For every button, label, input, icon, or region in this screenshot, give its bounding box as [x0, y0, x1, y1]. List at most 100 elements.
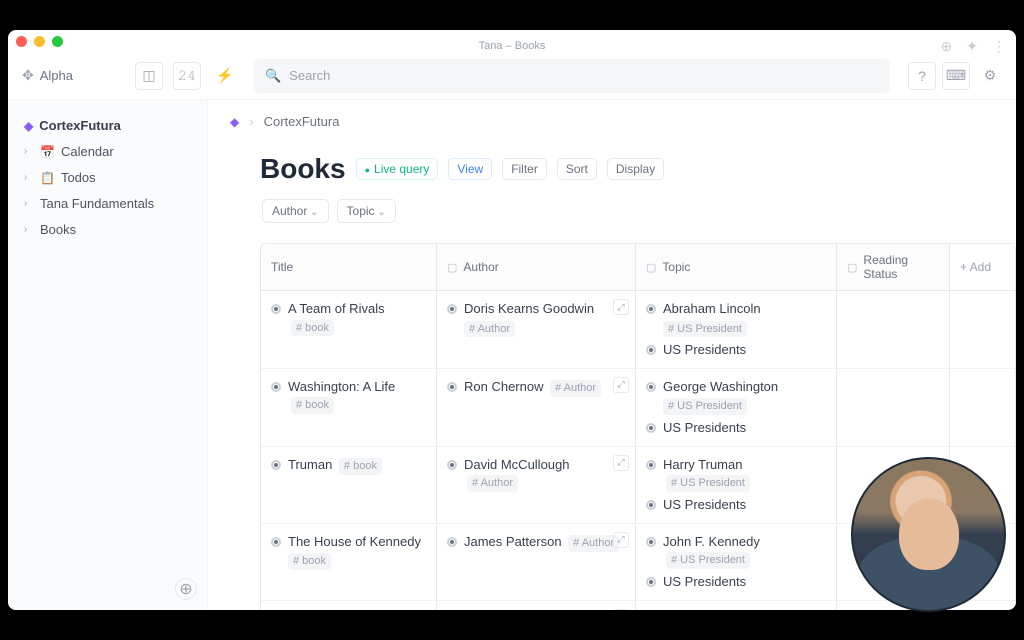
- node-bullet-icon[interactable]: [271, 460, 281, 470]
- filter-pill[interactable]: Filter: [502, 158, 547, 180]
- author-tag[interactable]: # Author: [568, 535, 619, 552]
- author-tag[interactable]: # Author: [467, 475, 518, 492]
- expand-icon[interactable]: ⤢: [613, 532, 629, 548]
- node-bullet-icon[interactable]: [447, 460, 457, 470]
- sort-pill[interactable]: Sort: [557, 158, 597, 180]
- sidebar-root[interactable]: ◆ CortexFutura: [18, 114, 197, 137]
- table-row[interactable]: Washington: A Life # book Ron Chernow # A…: [260, 369, 1016, 447]
- author-name[interactable]: Doris Kearns Goodwin# Author: [464, 300, 594, 337]
- sidebar-toggle-icon[interactable]: ◫: [135, 62, 163, 90]
- sidebar-item-calendar[interactable]: › 📅 Calendar: [18, 140, 197, 163]
- node-bullet-icon[interactable]: [447, 537, 457, 547]
- book-title[interactable]: A Team of Rivals # book: [288, 300, 426, 336]
- workspace-name: Alpha: [40, 68, 73, 83]
- cell-status[interactable]: [837, 369, 950, 446]
- node-bullet-icon[interactable]: [646, 537, 656, 547]
- chevron-right-icon: ›: [249, 114, 253, 129]
- help-icon[interactable]: ?: [908, 62, 936, 90]
- author-tag[interactable]: # Author: [464, 321, 515, 338]
- chevron-right-icon: ›: [24, 198, 34, 209]
- col-topic[interactable]: ▢Topic: [636, 244, 837, 290]
- search-icon[interactable]: ⊕: [941, 38, 953, 55]
- search-input[interactable]: 🔍 Search: [253, 59, 890, 93]
- sidebar-item-todos[interactable]: › 📋 Todos: [18, 166, 197, 189]
- author-name[interactable]: Ron Chernow # Author: [464, 378, 601, 397]
- author-name[interactable]: James Patterson # Author: [464, 533, 619, 552]
- group-author[interactable]: Author: [262, 199, 329, 223]
- workspace-icon: ✥: [22, 67, 34, 84]
- book-title[interactable]: Truman # book: [288, 456, 382, 475]
- topic-name[interactable]: US Presidents: [663, 573, 746, 591]
- workspace-switcher[interactable]: ✥ Alpha: [16, 63, 79, 88]
- book-tag[interactable]: # book: [291, 320, 334, 337]
- book-tag[interactable]: # book: [291, 397, 334, 414]
- col-author[interactable]: ▢Author: [436, 244, 636, 290]
- expand-icon[interactable]: ⤢: [613, 609, 629, 610]
- author-name[interactable]: David McCullough # Author: [464, 456, 625, 492]
- expand-icon[interactable]: ⤢: [613, 377, 629, 393]
- view-pill[interactable]: View: [448, 158, 492, 180]
- presenter-webcam: [851, 457, 1006, 612]
- group-topic[interactable]: Topic: [337, 199, 396, 223]
- chevron-right-icon: ›: [24, 224, 34, 235]
- column-icon: ▢: [646, 261, 656, 274]
- page-title: Books: [260, 153, 346, 185]
- book-tag[interactable]: # book: [339, 458, 382, 475]
- extensions-icon[interactable]: ✦: [966, 38, 978, 55]
- topic-name[interactable]: Harry Truman # US President: [663, 456, 826, 492]
- chevron-right-icon: ›: [24, 146, 34, 157]
- president-tag[interactable]: # US President: [666, 475, 750, 492]
- topic-name[interactable]: George Washington# US President: [663, 378, 778, 415]
- calendar-icon[interactable]: 𝟸𝟺: [173, 62, 201, 90]
- president-tag[interactable]: # US President: [663, 398, 747, 415]
- sidebar-item-books[interactable]: › Books: [18, 218, 197, 241]
- node-icon: ◆: [24, 119, 33, 133]
- node-bullet-icon[interactable]: [447, 304, 457, 314]
- node-bullet-icon[interactable]: [646, 382, 656, 392]
- cell-status[interactable]: [837, 291, 950, 368]
- col-title[interactable]: Title: [261, 244, 436, 290]
- book-title[interactable]: The House of Kennedy# book: [288, 533, 421, 570]
- topic-name[interactable]: John F. Kennedy # US President: [663, 533, 826, 569]
- author-tag[interactable]: # Author: [550, 380, 601, 397]
- expand-icon[interactable]: ⤢: [613, 455, 629, 471]
- calendar-emoji-icon: 📅: [40, 145, 55, 159]
- president-tag[interactable]: # US President: [666, 552, 750, 569]
- lightning-icon[interactable]: ⚡: [211, 62, 239, 90]
- node-bullet-icon[interactable]: [646, 460, 656, 470]
- node-bullet-icon[interactable]: [646, 500, 656, 510]
- col-status[interactable]: ▢Reading Status: [837, 244, 950, 290]
- window-close[interactable]: [16, 36, 27, 47]
- breadcrumb-item[interactable]: CortexFutura: [264, 114, 340, 129]
- node-bullet-icon[interactable]: [646, 423, 656, 433]
- search-placeholder: Search: [289, 68, 330, 83]
- chevron-right-icon: ›: [24, 172, 34, 183]
- node-bullet-icon[interactable]: [447, 382, 457, 392]
- node-bullet-icon[interactable]: [646, 345, 656, 355]
- node-bullet-icon[interactable]: [271, 382, 281, 392]
- president-tag[interactable]: # US President: [663, 321, 747, 338]
- topic-name[interactable]: US Presidents: [663, 341, 746, 359]
- book-tag[interactable]: # book: [288, 553, 331, 570]
- node-bullet-icon[interactable]: [271, 304, 281, 314]
- home-icon[interactable]: ◆: [230, 115, 239, 129]
- settings-icon[interactable]: ⚙: [976, 62, 1004, 90]
- topic-name[interactable]: Abraham Lincoln# US President: [663, 300, 761, 337]
- window-minimize[interactable]: [34, 36, 45, 47]
- expand-icon[interactable]: ⤢: [613, 299, 629, 315]
- display-pill[interactable]: Display: [607, 158, 664, 180]
- topic-name[interactable]: US Presidents: [663, 496, 746, 514]
- node-bullet-icon[interactable]: [271, 537, 281, 547]
- more-icon[interactable]: ⋮: [992, 38, 1006, 55]
- window-zoom[interactable]: [52, 36, 63, 47]
- sidebar-item-fundamentals[interactable]: › Tana Fundamentals: [18, 192, 197, 215]
- keyboard-icon[interactable]: ⌨: [942, 62, 970, 90]
- node-bullet-icon[interactable]: [646, 304, 656, 314]
- add-column-button[interactable]: + Add: [950, 244, 1015, 290]
- table-row[interactable]: A Team of Rivals # book Doris Kearns Good…: [260, 291, 1016, 369]
- live-query-pill[interactable]: Live query: [356, 158, 439, 180]
- topic-name[interactable]: US Presidents: [663, 419, 746, 437]
- node-bullet-icon[interactable]: [646, 577, 656, 587]
- add-node-button[interactable]: ⊕: [175, 578, 197, 600]
- book-title[interactable]: Washington: A Life # book: [288, 378, 426, 414]
